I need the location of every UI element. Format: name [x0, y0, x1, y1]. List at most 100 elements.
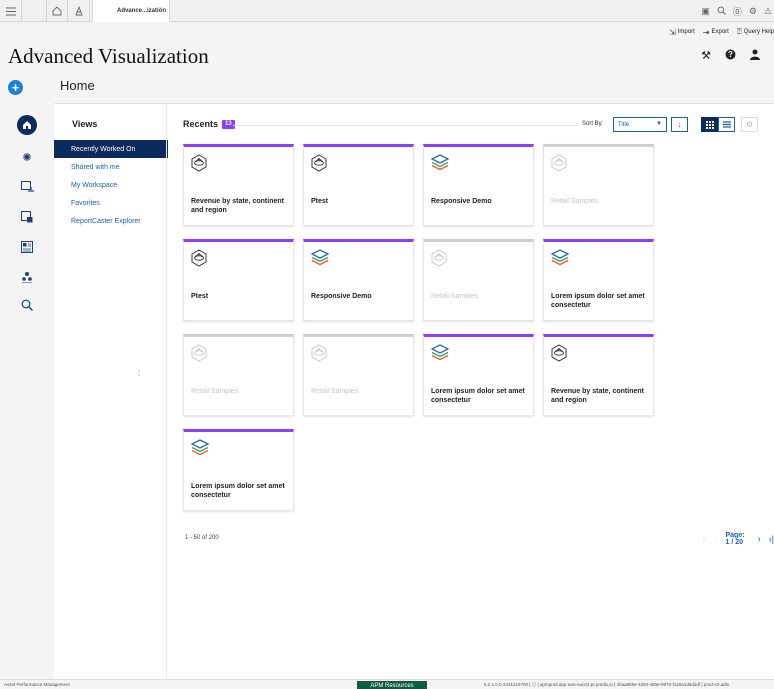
layers-icon [190, 439, 210, 457]
chart-sphere-icon [430, 249, 448, 267]
home-icon[interactable] [17, 115, 37, 135]
export-label: Export [711, 29, 729, 35]
list-icon [722, 121, 731, 128]
tab-strip: Advance...ization × ▣ ⓪ ⚙ ⚠ [0, 0, 774, 22]
calendar-icon[interactable]: ▣ [701, 6, 710, 17]
recent-card[interactable]: Ptest [183, 239, 294, 321]
search-icon[interactable] [717, 6, 726, 17]
export-button[interactable]: ⇥ Export [703, 28, 729, 37]
user-profile-icon[interactable] [750, 49, 760, 63]
recent-card[interactable]: Revenue by state, continent and region [543, 334, 654, 416]
card-title: Retail Samples [551, 198, 599, 205]
grid-icon [705, 120, 714, 129]
sort-by-label: Sort By: [582, 121, 604, 127]
atom-icon[interactable]: ✺ [20, 150, 34, 164]
recent-card[interactable]: Responsive Demo [423, 144, 534, 226]
search-rail-icon[interactable] [20, 298, 34, 312]
asset-tab-icon[interactable] [68, 0, 90, 22]
query-help-button[interactable]: ⍰ Query Help [737, 27, 774, 37]
sort-direction-button[interactable]: ↓ [671, 117, 688, 132]
next-page-icon[interactable]: › [757, 534, 760, 545]
views-item-reportcaster-explorer[interactable]: ReportCaster Explorer [54, 212, 168, 230]
user-icon[interactable]: ⚠ [764, 6, 772, 17]
recent-card[interactable]: Lorem ipsum dolor set amet consectetur [183, 429, 294, 511]
svg-text:?: ? [728, 50, 733, 59]
recent-card[interactable]: Revenue by state, continent and region [183, 144, 294, 226]
views-item-shared-with-me[interactable]: Shared with me [54, 158, 168, 176]
chart-sphere-icon [310, 154, 328, 172]
recent-card[interactable]: Retail Samples [183, 334, 294, 416]
recent-card[interactable]: Retail Samples [303, 334, 414, 416]
sort-by-select[interactable]: Title ▼ [613, 117, 667, 132]
prev-page-icon[interactable]: ‹ [715, 536, 717, 543]
page-range: 1 - 50 of 200 [185, 535, 219, 541]
card-title: Responsive Demo [431, 198, 492, 205]
left-rail: + ✺ [0, 74, 48, 679]
arrow-down-icon: ↓ [677, 120, 682, 129]
card-title: Ptest [311, 198, 329, 205]
list-view-button[interactable] [718, 117, 735, 132]
chart-sphere-icon [190, 249, 208, 267]
users-icon[interactable] [20, 270, 34, 284]
card-title: Lorem ipsum dolor set amet consectetur [431, 388, 525, 404]
layers-icon [310, 249, 330, 267]
views-title: Views [72, 119, 98, 129]
chart-sphere-icon [190, 154, 208, 172]
card-title: Ptest [191, 293, 209, 300]
document-icon[interactable] [20, 210, 34, 224]
layers-icon [430, 344, 450, 362]
tools-icon[interactable]: ⚒ [701, 49, 711, 63]
recent-card[interactable]: Ptest [303, 144, 414, 226]
recent-card[interactable]: Retail Samples [423, 239, 534, 321]
pagination: |‹ ‹ Page: 1 / 20 › ›| [703, 532, 774, 546]
chart-report-icon[interactable] [20, 180, 34, 194]
chevron-down-icon: ▼ [656, 121, 662, 127]
recent-card[interactable]: Retail Samples [543, 144, 654, 226]
tab-close-icon[interactable]: × [159, 6, 163, 13]
add-icon[interactable]: + [8, 80, 23, 95]
chart-sphere-icon [550, 344, 568, 362]
last-page-icon[interactable]: ›| [769, 534, 774, 544]
views-item-recently-worked-on[interactable]: Recently Worked On [54, 140, 168, 158]
apm-resources-button[interactable]: APM Resources [357, 681, 427, 689]
chart-sphere-icon [190, 344, 208, 362]
import-button[interactable]: ⇲ Import [669, 28, 695, 37]
recent-card[interactable]: Lorem ipsum dolor set amet consectetur [543, 239, 654, 321]
help-icon[interactable]: ⓪ [733, 5, 742, 18]
recents-area: Recents 13 Sort By: Title ▼ ↓ ⚙ Revenue … [166, 104, 774, 680]
main-panel: Views Recently Worked On Shared with me … [54, 103, 774, 680]
settings-icon[interactable]: ⚙ [749, 6, 757, 17]
dashboard-icon[interactable] [20, 240, 34, 254]
query-help-icon: ⍰ [736, 27, 742, 36]
views-item-favorites[interactable]: Favorites [54, 194, 168, 212]
card-title: Retail Samples [431, 293, 479, 300]
layers-icon [430, 154, 450, 172]
page-indicator: Page: 1 / 20 [725, 532, 745, 546]
recent-card[interactable]: Responsive Demo [303, 239, 414, 321]
resize-handle-icon[interactable]: ⁞ [138, 369, 140, 378]
page-title: Advanced Visualization [8, 44, 209, 68]
tab-advanced-visualization[interactable]: Advance...ization × [92, 0, 170, 22]
card-title: Lorem ipsum dolor set amet consectetur [191, 483, 285, 499]
hamburger-menu-icon[interactable] [0, 0, 22, 22]
grid-view-button[interactable] [701, 117, 718, 132]
card-title: Responsive Demo [311, 293, 372, 300]
status-app-name: Asset Performance Management [4, 682, 70, 687]
first-page-icon[interactable]: |‹ [703, 536, 707, 543]
view-settings-button[interactable]: ⚙ [741, 117, 758, 132]
card-title: Retail Samples [191, 388, 239, 395]
recents-title: Recents [183, 119, 219, 129]
sort-by-value: Title [618, 121, 630, 128]
home-tab-icon[interactable] [46, 0, 68, 22]
chart-sphere-icon [550, 154, 568, 172]
question-icon[interactable]: ? [725, 49, 736, 63]
views-item-my-workspace[interactable]: My Workspace [54, 176, 168, 194]
import-icon: ⇲ [669, 27, 676, 37]
layers-icon [550, 249, 570, 267]
recent-card[interactable]: Lorem ipsum dolor set amet consectetur [423, 334, 534, 416]
status-bar: Asset Performance Management APM Resourc… [0, 679, 774, 689]
recents-count-badge: 13 [222, 119, 235, 129]
chart-sphere-icon [310, 344, 328, 362]
import-label: Import [677, 29, 695, 35]
card-title: Lorem ipsum dolor set amet consectetur [551, 293, 645, 309]
